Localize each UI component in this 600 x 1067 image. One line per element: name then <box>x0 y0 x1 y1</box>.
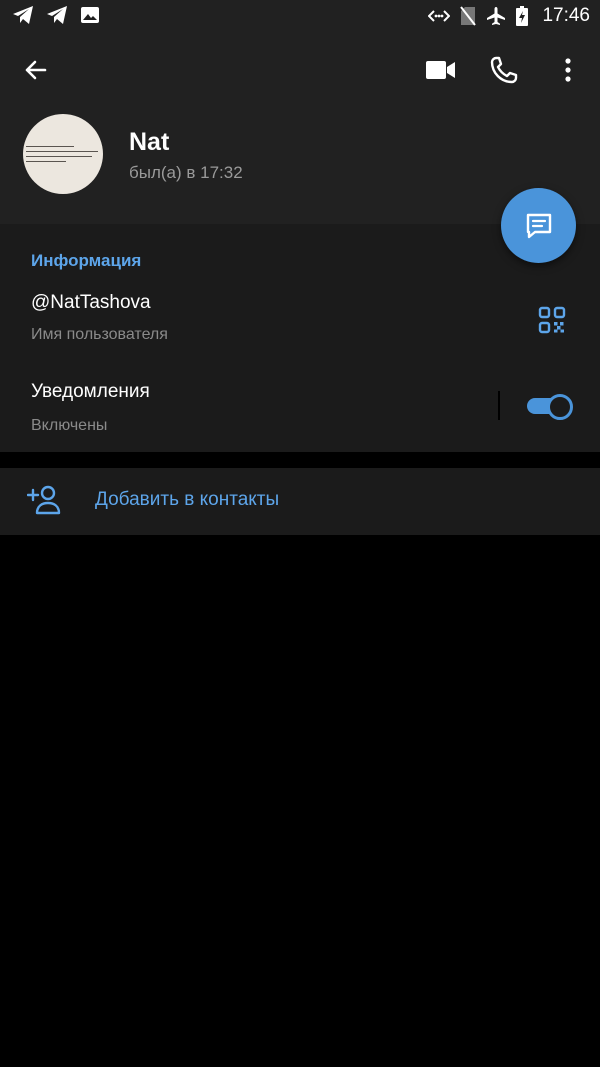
add-to-contacts-button[interactable]: Добавить в контакты <box>0 468 600 535</box>
info-section: Информация @NatTashova Имя пользователя … <box>0 224 600 452</box>
telegram-icon <box>12 5 34 25</box>
send-message-button[interactable] <box>501 188 576 263</box>
message-icon <box>526 213 551 238</box>
arrow-left-icon <box>25 60 47 80</box>
phone-icon <box>490 56 518 84</box>
add-person-icon <box>26 485 63 520</box>
telegram-icon <box>46 5 68 25</box>
back-button[interactable] <box>16 50 56 90</box>
data-saver-icon <box>428 8 451 24</box>
status-bar: 17:46 <box>0 0 600 34</box>
username-label: Имя пользователя <box>31 326 168 343</box>
add-to-contacts-label: Добавить в контакты <box>95 489 280 510</box>
airplane-icon <box>486 6 506 26</box>
info-section-title: Информация <box>31 251 142 270</box>
qr-code-button[interactable] <box>538 306 566 339</box>
qr-code-icon <box>538 306 566 334</box>
last-seen-status: был(а) в 17:32 <box>129 163 243 182</box>
status-right-icons: 17:46 <box>428 5 590 27</box>
profile-name: Nat <box>129 128 170 156</box>
call-button[interactable] <box>484 50 524 90</box>
status-left-icons <box>12 5 100 25</box>
profile-header: Nat был(а) в 17:32 <box>0 34 600 224</box>
username-value[interactable]: @NatTashova <box>31 292 151 314</box>
no-sim-icon <box>460 6 477 26</box>
notifications-status: Включены <box>31 417 108 434</box>
video-call-icon <box>426 61 455 79</box>
clock-time: 17:46 <box>542 5 590 26</box>
more-vert-icon <box>565 58 571 82</box>
toggle-knob <box>547 394 573 420</box>
avatar[interactable] <box>23 114 103 194</box>
more-options-button[interactable] <box>548 50 588 90</box>
notifications-toggle[interactable] <box>527 392 573 420</box>
notifications-title[interactable]: Уведомления <box>31 381 150 403</box>
image-icon <box>80 5 100 25</box>
video-call-button[interactable] <box>421 50 461 90</box>
battery-charging-icon <box>516 6 529 26</box>
divider <box>498 391 500 420</box>
